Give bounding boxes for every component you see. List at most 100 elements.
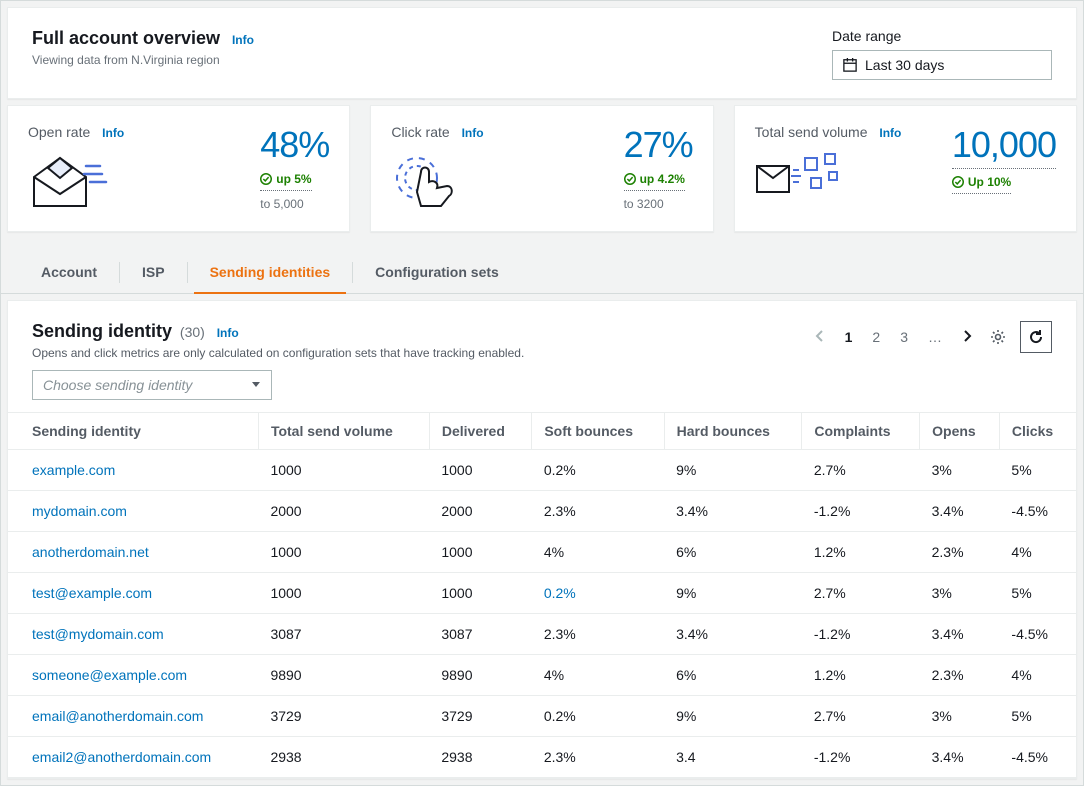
send-volume-value: 10,000 [952, 124, 1056, 169]
chevron-right-icon [962, 329, 972, 343]
section-subtitle: Opens and click metrics are only calcula… [32, 346, 524, 360]
col-hard-bounces[interactable]: Hard bounces [664, 413, 802, 450]
header-card: Full account overview Info Viewing data … [7, 7, 1077, 99]
send-volume-label: Total send volume [755, 124, 868, 140]
cell-complaints: 1.2% [802, 532, 920, 573]
pagination-page-1[interactable]: 1 [841, 327, 857, 347]
table-row: email2@anotherdomain.com293829382.3%3.4-… [8, 737, 1076, 778]
pagination-prev[interactable] [811, 327, 829, 348]
cell-clicks: -4.5% [999, 491, 1076, 532]
table-row: mydomain.com200020002.3%3.4%-1.2%3.4%-4.… [8, 491, 1076, 532]
cell-hard_bounces: 6% [664, 532, 802, 573]
cell-clicks: 5% [999, 573, 1076, 614]
cell-clicks: 4% [999, 655, 1076, 696]
stat-card-send-volume: Total send volume Info 10,000 Up 10% [734, 105, 1077, 232]
refresh-button[interactable] [1020, 321, 1052, 353]
cell-soft_bounces[interactable]: 0.2% [532, 573, 664, 614]
col-clicks[interactable]: Clicks [999, 413, 1076, 450]
open-rate-to: to 5,000 [260, 197, 329, 211]
cell-identity[interactable]: example.com [8, 450, 258, 491]
col-opens[interactable]: Opens [920, 413, 1000, 450]
cell-hard_bounces: 9% [664, 450, 802, 491]
cell-soft_bounces: 2.3% [532, 491, 664, 532]
tab-account[interactable]: Account [25, 252, 113, 293]
gear-icon [990, 329, 1006, 345]
cell-identity[interactable]: test@mydomain.com [8, 614, 258, 655]
cell-volume: 1000 [258, 573, 429, 614]
table-row: someone@example.com989098904%6%1.2%2.3%4… [8, 655, 1076, 696]
refresh-icon [1028, 329, 1044, 345]
table-row: example.com100010000.2%9%2.7%3%5% [8, 450, 1076, 491]
info-link-header[interactable]: Info [232, 33, 254, 47]
col-soft-bounces[interactable]: Soft bounces [532, 413, 664, 450]
click-rate-change: up 4.2% [624, 172, 685, 191]
cell-opens: 3% [920, 573, 1000, 614]
col-volume[interactable]: Total send volume [258, 413, 429, 450]
pagination-page-2[interactable]: 2 [868, 327, 884, 347]
col-complaints[interactable]: Complaints [802, 413, 920, 450]
table-row: test@example.com100010000.2%9%2.7%3%5% [8, 573, 1076, 614]
cell-hard_bounces: 3.4 [664, 737, 802, 778]
pagination: 1 2 3 … [811, 327, 976, 348]
page-title: Full account overview [32, 28, 220, 48]
cell-volume: 3729 [258, 696, 429, 737]
pointer-click-icon [391, 152, 603, 215]
cell-soft_bounces: 4% [532, 655, 664, 696]
section-title: Sending identity [32, 321, 172, 341]
cell-delivered: 3729 [429, 696, 531, 737]
cell-identity[interactable]: someone@example.com [8, 655, 258, 696]
info-link-click-rate[interactable]: Info [462, 126, 484, 140]
envelope-send-icon [755, 152, 932, 205]
cell-clicks: 5% [999, 696, 1076, 737]
cell-clicks: 4% [999, 532, 1076, 573]
cell-soft_bounces: 0.2% [532, 696, 664, 737]
cell-delivered: 1000 [429, 573, 531, 614]
sending-identity-table: Sending identity Total send volume Deliv… [8, 412, 1076, 778]
check-circle-icon [260, 173, 272, 185]
settings-button[interactable] [990, 329, 1006, 345]
cell-identity[interactable]: mydomain.com [8, 491, 258, 532]
pagination-page-3[interactable]: 3 [896, 327, 912, 347]
check-circle-icon [624, 173, 636, 185]
cell-complaints: 1.2% [802, 655, 920, 696]
cell-identity[interactable]: anotherdomain.net [8, 532, 258, 573]
cell-hard_bounces: 3.4% [664, 614, 802, 655]
caret-down-icon [251, 381, 261, 389]
pagination-next[interactable] [958, 327, 976, 348]
stat-card-open-rate: Open rate Info 48% up 5% to 5,000 [7, 105, 350, 232]
cell-identity[interactable]: email2@anotherdomain.com [8, 737, 258, 778]
pagination-ellipsis: … [924, 327, 946, 347]
cell-delivered: 2000 [429, 491, 531, 532]
cell-clicks: 5% [999, 450, 1076, 491]
sending-identity-card: Sending identity (30) Info Opens and cli… [7, 300, 1077, 779]
col-identity[interactable]: Sending identity [8, 413, 258, 450]
date-range-label: Date range [832, 28, 1052, 44]
cell-delivered: 1000 [429, 450, 531, 491]
cell-clicks: -4.5% [999, 614, 1076, 655]
page-subtitle: Viewing data from N.Virginia region [32, 53, 254, 67]
tab-sending-identities[interactable]: Sending identities [194, 252, 347, 294]
sending-identity-filter[interactable]: Choose sending identity [32, 370, 272, 400]
cell-hard_bounces: 9% [664, 696, 802, 737]
cell-delivered: 1000 [429, 532, 531, 573]
click-rate-label: Click rate [391, 124, 449, 140]
info-link-section[interactable]: Info [217, 326, 239, 340]
tab-divider [187, 262, 188, 283]
date-range-select[interactable]: Last 30 days [832, 50, 1052, 80]
cell-complaints: -1.2% [802, 614, 920, 655]
info-link-open-rate[interactable]: Info [102, 126, 124, 140]
tabs-bar: Account ISP Sending identities Configura… [1, 252, 1083, 294]
filter-placeholder: Choose sending identity [43, 377, 192, 393]
tab-isp[interactable]: ISP [126, 252, 181, 293]
cell-identity[interactable]: email@anotherdomain.com [8, 696, 258, 737]
cell-identity[interactable]: test@example.com [8, 573, 258, 614]
col-delivered[interactable]: Delivered [429, 413, 531, 450]
open-rate-label: Open rate [28, 124, 90, 140]
info-link-send-volume[interactable]: Info [879, 126, 901, 140]
cell-hard_bounces: 6% [664, 655, 802, 696]
tab-configuration-sets[interactable]: Configuration sets [359, 252, 515, 293]
cell-volume: 1000 [258, 532, 429, 573]
cell-volume: 2000 [258, 491, 429, 532]
cell-delivered: 9890 [429, 655, 531, 696]
date-range-value: Last 30 days [865, 57, 944, 73]
